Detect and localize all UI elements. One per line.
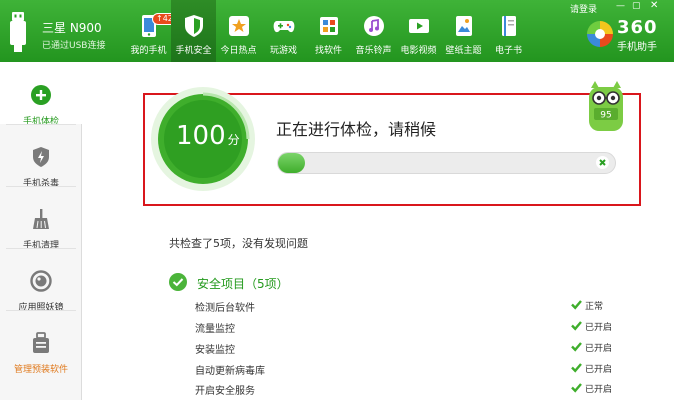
brand-name: 手机助手 — [617, 42, 657, 53]
result-status: 已开启 — [571, 318, 631, 334]
result-status: 已开启 — [571, 339, 631, 355]
main-nav: ↑42 我的手机 手机安全 今日热点 玩游戏 找软件 音乐铃声 电影视频 壁纸主… — [126, 0, 531, 62]
usb-icon — [10, 12, 26, 52]
check-circle-icon — [169, 273, 187, 291]
ebook-icon — [498, 14, 520, 38]
video-icon — [408, 14, 430, 38]
nav-label: 玩游戏 — [269, 46, 297, 56]
nav-label: 我的手机 — [130, 46, 167, 56]
progress-fill — [278, 153, 305, 173]
check-icon — [571, 321, 582, 331]
sidebar: 手机体检 手机杀毒 手机清理 应用照妖镜 管理预装软件 — [0, 62, 82, 400]
score-unit: 分 — [227, 133, 240, 147]
nav-hot-today[interactable]: 今日热点 — [216, 0, 261, 62]
device-status: 已通过USB连接 — [42, 41, 106, 51]
result-name: 检测后台软件 — [195, 303, 255, 314]
result-status: 正常 — [571, 297, 631, 313]
360-logo-icon — [587, 21, 613, 47]
nav-label: 壁纸主题 — [445, 46, 482, 56]
nav-label: 今日热点 — [220, 46, 257, 56]
top-bar: 三星 N900 已通过USB连接 ↑42 我的手机 手机安全 今日热点 玩游戏 … — [0, 0, 674, 62]
shield-icon — [183, 14, 205, 38]
check-icon — [571, 363, 582, 373]
close-button[interactable]: ✕ — [650, 0, 658, 11]
result-row: 自动更新病毒库 已开启 — [195, 360, 635, 379]
result-status: 已开启 — [571, 360, 631, 376]
cancel-icon[interactable] — [596, 156, 609, 169]
status-text: 已开启 — [585, 323, 613, 333]
main-content: 100 分 正在进行体检，请稍候 95 共检查了5项，没有发现问题 安全项目（5项… — [83, 62, 674, 400]
result-status: 已开启 — [571, 380, 631, 396]
nav-label: 电子书 — [494, 46, 522, 56]
section-title[interactable]: 安全项目（5项） — [197, 275, 289, 292]
checkup-title: 正在进行体检，请稍候 — [276, 120, 437, 139]
status-text: 已开启 — [585, 344, 613, 354]
check-icon — [571, 342, 582, 352]
result-row: 开启安全服务 已开启 — [195, 380, 635, 399]
check-icon — [571, 383, 582, 393]
sidebar-item-preinstalled[interactable]: 管理预装软件 — [0, 310, 82, 375]
check-icon — [571, 300, 582, 310]
status-text: 已开启 — [585, 385, 613, 395]
wallpaper-icon — [453, 14, 475, 38]
maximize-button[interactable]: ▢ — [632, 1, 641, 11]
gamepad-icon — [273, 14, 295, 38]
result-row: 安装监控 已开启 — [195, 339, 635, 358]
nav-find-apps[interactable]: 找软件 — [306, 0, 351, 62]
nav-games[interactable]: 玩游戏 — [261, 0, 306, 62]
nav-wallpaper[interactable]: 壁纸主题 — [441, 0, 486, 62]
music-icon — [363, 14, 385, 38]
sidebar-item-label: 管理预装软件 — [13, 365, 68, 375]
minimize-button[interactable]: — — [616, 1, 625, 11]
device-info[interactable]: 三星 N900 已通过USB连接 — [0, 0, 120, 62]
preinstall-box-icon — [30, 332, 52, 354]
nav-music[interactable]: 音乐铃声 — [351, 0, 396, 62]
status-text: 正常 — [585, 302, 604, 312]
mirror-icon — [30, 270, 52, 292]
score-value: 100 分 — [176, 121, 240, 151]
checkup-plus-icon — [30, 84, 52, 106]
brand-360: 360 — [617, 17, 658, 38]
sidebar-item-antivirus[interactable]: 手机杀毒 — [0, 124, 82, 189]
results-summary: 共检查了5项，没有发现问题 — [169, 237, 308, 250]
sidebar-item-cleanup[interactable]: 手机清理 — [0, 186, 82, 251]
star-icon — [228, 14, 250, 38]
result-name: 流量监控 — [195, 324, 235, 335]
nav-ebook[interactable]: 电子书 — [486, 0, 531, 62]
result-name: 自动更新病毒库 — [195, 366, 265, 377]
result-row: 检测后台软件 正常 — [195, 297, 635, 316]
sidebar-item-app-mirror[interactable]: 应用照妖镜 — [0, 248, 82, 313]
antivirus-lightning-icon — [30, 146, 52, 168]
checkup-progress-bar — [277, 152, 616, 174]
nav-label: 找软件 — [314, 46, 342, 56]
mascot-icon: 95 — [589, 81, 623, 131]
nav-video[interactable]: 电影视频 — [396, 0, 441, 62]
result-name: 安装监控 — [195, 345, 235, 356]
status-text: 已开启 — [585, 365, 613, 375]
sidebar-item-checkup[interactable]: 手机体检 — [0, 62, 82, 127]
nav-label: 电影视频 — [400, 46, 437, 56]
nav-phone-security[interactable]: 手机安全 — [171, 0, 216, 62]
apps-icon — [318, 14, 340, 38]
nav-label: 音乐铃声 — [355, 46, 392, 56]
login-link[interactable]: 请登录 — [570, 2, 597, 15]
nav-label: 手机安全 — [175, 46, 212, 56]
nav-my-phone[interactable]: ↑42 我的手机 — [126, 0, 177, 62]
result-name: 开启安全服务 — [195, 386, 255, 397]
mascot-level: 95 — [600, 111, 611, 121]
device-name: 三星 N900 — [42, 21, 102, 35]
result-row: 流量监控 已开启 — [195, 318, 635, 337]
broom-icon — [30, 208, 52, 230]
